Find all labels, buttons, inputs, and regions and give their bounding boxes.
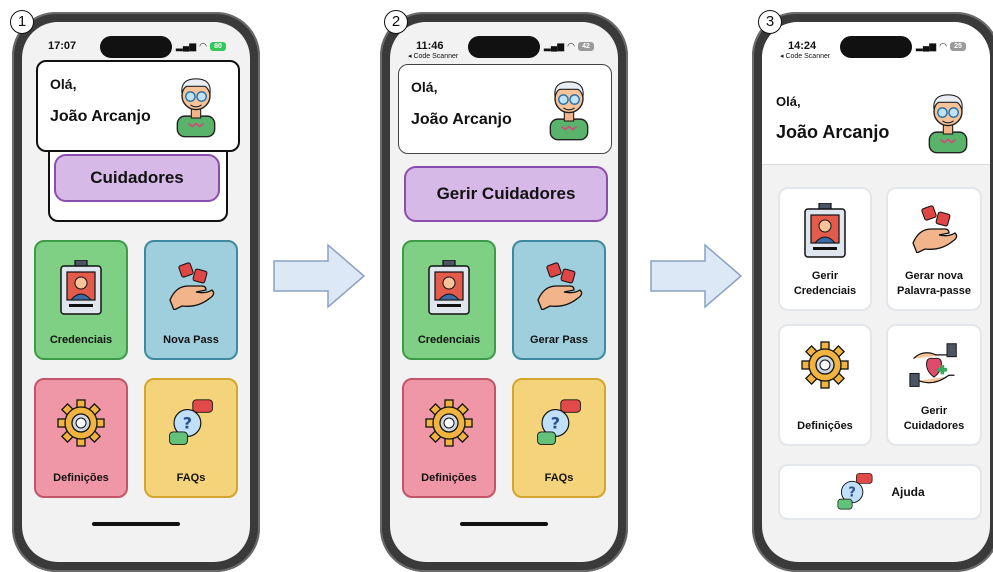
tile-label: Gerir Credenciais: [793, 270, 857, 298]
credentials-tile[interactable]: Credenciais: [34, 240, 128, 360]
avatar: [168, 68, 224, 140]
dynamic-island: [100, 36, 172, 58]
dice-hand-icon: [534, 260, 584, 310]
battery-icon: 25: [950, 42, 966, 51]
signal-icon: ▂▄▆: [543, 41, 565, 51]
manage-caregivers-button[interactable]: Gerir Cuidadores: [404, 166, 608, 222]
status-time: 14:24: [788, 40, 817, 52]
wifi-icon: ◠: [567, 41, 575, 51]
tile-label: Gerir Cuidadores: [903, 405, 965, 433]
step-badge-3: 3: [758, 10, 782, 34]
user-name: João Arcanjo: [411, 111, 512, 128]
id-badge-icon: [427, 260, 471, 316]
help-label: Ajuda: [891, 485, 925, 499]
back-to-code-scanner[interactable]: ◂ Code Scanner: [780, 52, 830, 60]
generate-new-password-tile[interactable]: Gerar nova Palavra-passe: [886, 187, 982, 311]
dice-hand-icon: [166, 260, 216, 310]
home-indicator: [460, 522, 548, 526]
greeting-text: Olá,: [776, 94, 801, 109]
faq-chat-icon: [166, 398, 216, 448]
new-pass-tile[interactable]: Nova Pass: [144, 240, 238, 360]
battery-icon: 80: [210, 42, 226, 51]
tile-label: Credenciais: [417, 334, 481, 346]
screen-3: 14:24 ◂ Code Scanner ▂▄▆ ◠ 25 Olá, João …: [762, 22, 990, 562]
screen-2: 11:46 ◂ Code Scanner ▂▄▆ ◠ 42 Olá, João …: [390, 22, 618, 562]
manage-credentials-tile[interactable]: Gerir Credenciais: [778, 187, 872, 311]
caregivers-button[interactable]: Cuidadores: [54, 154, 220, 202]
avatar: [920, 84, 976, 156]
gear-icon: [800, 340, 850, 390]
faq-chat-icon: [835, 472, 875, 512]
wifi-icon: ◠: [939, 41, 947, 51]
back-to-code-scanner[interactable]: ◂ Code Scanner: [408, 52, 458, 60]
gear-icon: [424, 398, 474, 448]
avatar: [541, 71, 597, 143]
greeting-card: Olá, João Arcanjo: [36, 60, 240, 152]
flow-arrow-icon: [273, 243, 366, 309]
step-badge-2: 2: [384, 10, 408, 34]
tile-label: Nova Pass: [163, 334, 219, 346]
tile-label: Credenciais: [49, 334, 113, 346]
caring-hands-icon: [906, 340, 962, 392]
dynamic-island: [468, 36, 540, 58]
battery-icon: 42: [578, 42, 594, 51]
greeting-card: Olá, João Arcanjo: [398, 64, 612, 154]
dice-hand-icon: [909, 203, 959, 253]
signal-icon: ▂▄▆: [175, 41, 197, 51]
faq-tile[interactable]: FAQs: [512, 378, 606, 498]
settings-tile[interactable]: Definições: [778, 324, 872, 446]
tile-label: Definições: [797, 420, 853, 433]
tile-label: FAQs: [176, 472, 206, 484]
settings-tile[interactable]: Definições: [34, 378, 128, 498]
greeting-text: Olá,: [50, 76, 77, 92]
id-badge-icon: [803, 203, 847, 259]
generate-pass-tile[interactable]: Gerar Pass: [512, 240, 606, 360]
flow-arrow-icon: [650, 243, 743, 309]
user-name: João Arcanjo: [50, 108, 151, 125]
tile-label: Definições: [421, 472, 477, 484]
credentials-tile[interactable]: Credenciais: [402, 240, 496, 360]
status-time: 11:46: [416, 40, 444, 52]
status-time: 17:07: [48, 40, 77, 52]
greeting-text: Olá,: [411, 79, 438, 95]
settings-tile[interactable]: Definições: [402, 378, 496, 498]
faq-tile[interactable]: FAQs: [144, 378, 238, 498]
phone-3: 14:24 ◂ Code Scanner ▂▄▆ ◠ 25 Olá, João …: [752, 12, 993, 572]
phone-2: 11:46 ◂ Code Scanner ▂▄▆ ◠ 42 Olá, João …: [380, 12, 628, 572]
tile-label: FAQs: [544, 472, 574, 484]
gear-icon: [56, 398, 106, 448]
tile-label: Gerar Pass: [529, 334, 589, 346]
wifi-icon: ◠: [199, 41, 207, 51]
tile-label: Gerar nova Palavra-passe: [897, 270, 971, 298]
help-button[interactable]: Ajuda: [778, 464, 982, 520]
status-icons: ▂▄▆ ◠ 80: [176, 41, 226, 52]
dynamic-island: [840, 36, 912, 58]
manage-caregivers-tile[interactable]: Gerir Cuidadores: [886, 324, 982, 446]
step-badge-1: 1: [10, 10, 34, 34]
user-name: João Arcanjo: [776, 122, 890, 142]
signal-icon: ▂▄▆: [915, 41, 937, 51]
screen-1: 17:07 ▂▄▆ ◠ 80 Olá, João Arcanjo Cuidado…: [22, 22, 250, 562]
phone-1: 17:07 ▂▄▆ ◠ 80 Olá, João Arcanjo Cuidado…: [12, 12, 260, 572]
status-icons: ▂▄▆ ◠ 25: [916, 41, 966, 52]
tile-label: Definições: [53, 472, 109, 484]
id-badge-icon: [59, 260, 103, 316]
home-indicator: [92, 522, 180, 526]
status-icons: ▂▄▆ ◠ 42: [544, 41, 594, 52]
faq-chat-icon: [534, 398, 584, 448]
